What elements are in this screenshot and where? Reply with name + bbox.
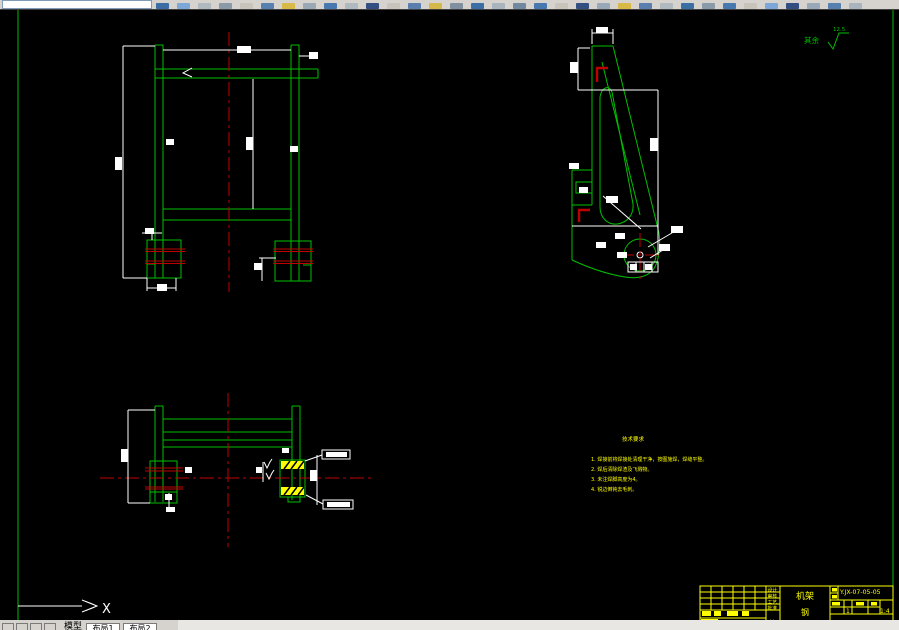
- toolbar-icon-stub[interactable]: [471, 3, 484, 9]
- toolbar-icon-stub[interactable]: [513, 3, 526, 9]
- toolbar-icon-stub[interactable]: [219, 3, 232, 9]
- weld-mark-icon: [577, 208, 590, 222]
- toolbar-icon-stub[interactable]: [345, 3, 358, 9]
- tab-nav-button[interactable]: [2, 623, 14, 630]
- model-space-canvas[interactable]: 其余 12.5 技术要求 1. 焊接前将焊接处清理干净，按图施焊，焊缝平整。 2…: [0, 0, 899, 630]
- side-view: [569, 27, 683, 280]
- tab-nav-button[interactable]: [16, 623, 28, 630]
- toolbar-icon-stub[interactable]: [744, 3, 757, 9]
- dimension-text-marks: [115, 46, 318, 291]
- tech-note-line: 4. 锐边倒钝去毛刺。: [591, 486, 637, 493]
- toolbar-icon-stub[interactable]: [261, 3, 274, 9]
- toolbar-icon-stub[interactable]: [555, 3, 568, 9]
- layout-tab-1[interactable]: 布局1: [86, 623, 121, 630]
- toolbar-icon-stub[interactable]: [660, 3, 673, 9]
- toolbar-icon-stub[interactable]: [576, 3, 589, 9]
- toolbar: [0, 0, 899, 10]
- toolbar-icon-stub[interactable]: [723, 3, 736, 9]
- scale-value: 1:4: [880, 608, 890, 615]
- toolbar-icon-stub[interactable]: [156, 3, 169, 9]
- toolbar-icon-stub[interactable]: [387, 3, 400, 9]
- tech-note-line: 3. 未注焊脚高度为4。: [591, 476, 641, 483]
- role-label: 审核: [768, 593, 778, 600]
- dimensions: [122, 45, 318, 291]
- toolbar-icon-stub[interactable]: [429, 3, 442, 9]
- toolbar-icon-stub[interactable]: [618, 3, 631, 9]
- tech-notes-title: 技术要求: [622, 435, 645, 443]
- toolbar-icon-stub[interactable]: [534, 3, 547, 9]
- roughness-icon: [265, 469, 275, 481]
- drawing-number: Y.JX-07-05-05: [839, 589, 881, 596]
- toolbar-icon-stub[interactable]: [765, 3, 778, 9]
- tab-nav-button[interactable]: [44, 623, 56, 630]
- front-view: [115, 32, 319, 292]
- ucs-x-label: X: [102, 602, 111, 617]
- role-label: 设计: [768, 587, 778, 594]
- roughness-value: 12.5: [833, 27, 846, 33]
- toolbar-icon-stub[interactable]: [303, 3, 316, 9]
- model-tab[interactable]: 模型: [64, 623, 82, 630]
- toolbar-icons: [156, 0, 870, 9]
- status-bar: 模型 布局1 布局2: [0, 620, 899, 630]
- section-view: [100, 393, 372, 547]
- role-label: 工艺: [768, 600, 778, 606]
- tab-nav-button[interactable]: [30, 623, 42, 630]
- toolbar-icon-stub[interactable]: [282, 3, 295, 9]
- toolbar-icon-stub[interactable]: [240, 3, 253, 9]
- toolbar-icon-stub[interactable]: [177, 3, 190, 9]
- toolbar-icon-stub[interactable]: [681, 3, 694, 9]
- horizontal-scrollbar[interactable]: [178, 626, 899, 630]
- roughness-icon: [263, 458, 273, 470]
- quantity-value: 1: [846, 608, 850, 615]
- toolbar-icon-stub[interactable]: [639, 3, 652, 9]
- tech-notes: 技术要求 1. 焊接前将焊接处清理干净，按图施焊，焊缝平整。 2. 焊后清除焊渣…: [591, 435, 707, 493]
- tech-note-line: 1. 焊接前将焊接处清理干净，按图施焊，焊缝平整。: [591, 456, 707, 463]
- toolbar-icon-stub[interactable]: [366, 3, 379, 9]
- toolbar-icon-stub[interactable]: [702, 3, 715, 9]
- material-value: 钢: [801, 607, 809, 617]
- role-label: 批准: [768, 605, 778, 612]
- toolbar-icon-stub[interactable]: [492, 3, 505, 9]
- dimension-text-marks: [569, 27, 683, 270]
- toolbar-icon-stub[interactable]: [786, 3, 799, 9]
- layout-tab-2[interactable]: 布局2: [123, 623, 158, 630]
- app-window: 其余 12.5 技术要求 1. 焊接前将焊接处清理干净，按图施焊，焊缝平整。 2…: [0, 0, 899, 630]
- part-name: 机架: [796, 590, 814, 602]
- toolbar-icon-stub[interactable]: [849, 3, 862, 9]
- toolbar-icon-stub[interactable]: [597, 3, 610, 9]
- toolbar-input[interactable]: [2, 0, 152, 9]
- roughness-icon: [827, 32, 849, 51]
- toolbar-icon-stub[interactable]: [807, 3, 820, 9]
- toolbar-icon-stub[interactable]: [828, 3, 841, 9]
- tech-note-line: 2. 焊后清除焊渣及飞溅物。: [591, 466, 652, 473]
- sheet-border: [17, 9, 894, 628]
- surface-note-prefix: 其余: [804, 35, 819, 45]
- toolbar-icon-stub[interactable]: [450, 3, 463, 9]
- toolbar-icon-stub[interactable]: [408, 3, 421, 9]
- ucs-icon: X: [18, 599, 111, 617]
- surface-roughness-note: 其余 12.5: [804, 27, 849, 51]
- toolbar-icon-stub[interactable]: [324, 3, 337, 9]
- layout-tab-strip: 模型 布局1 布局2: [0, 620, 178, 630]
- dimensions: [127, 409, 354, 510]
- toolbar-icon-stub[interactable]: [198, 3, 211, 9]
